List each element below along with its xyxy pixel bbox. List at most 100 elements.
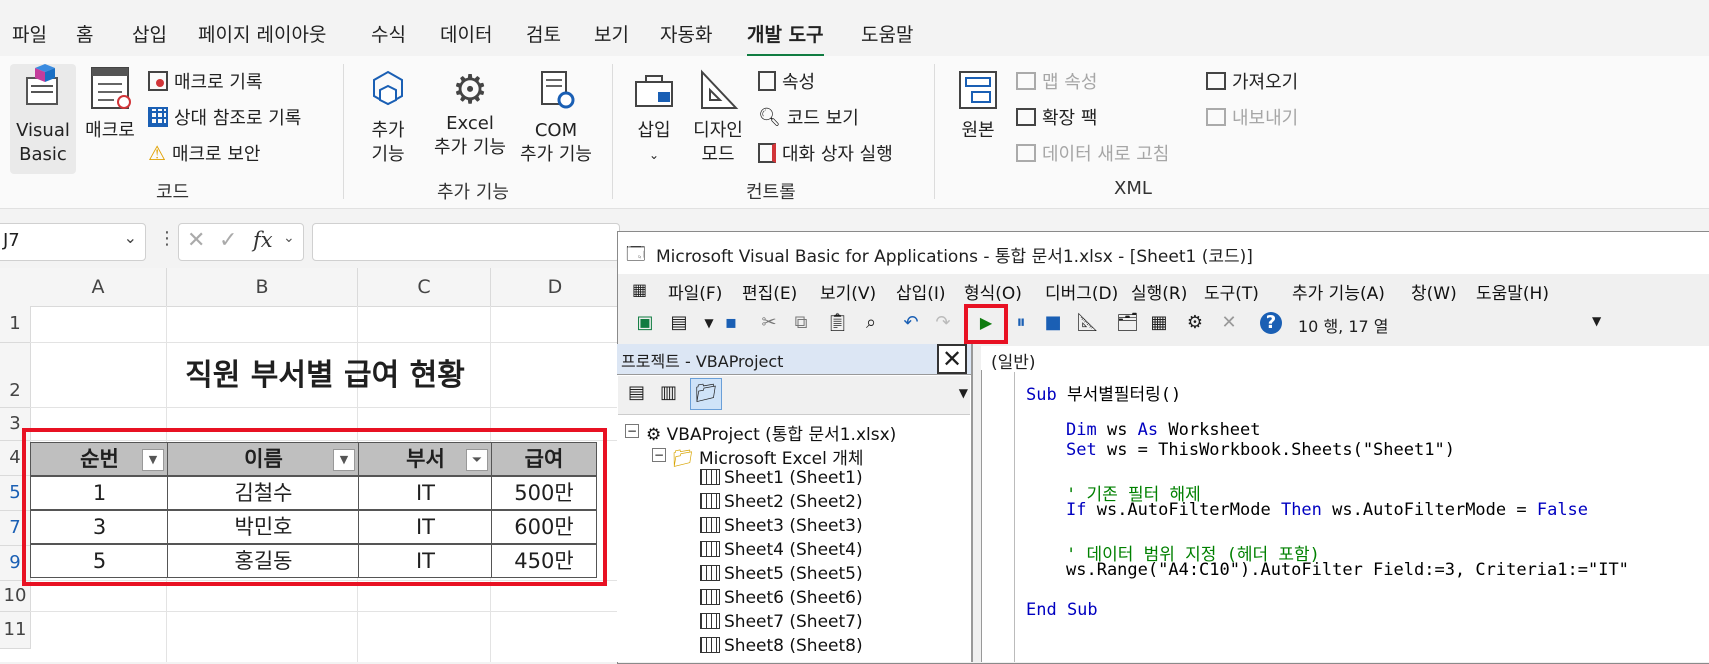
row-header[interactable]: 11 (0, 612, 31, 649)
tab-review[interactable]: 검토 (526, 20, 561, 47)
collapse-icon[interactable]: − (625, 424, 639, 438)
record-macro-button[interactable]: 매크로 기록 (148, 68, 263, 94)
worksheet-icon (700, 541, 720, 557)
excel-addins-button[interactable]: ⚙ Excel 추가 기능 (422, 68, 518, 160)
toolbox-icon[interactable]: ✕ (1218, 312, 1240, 334)
design-mode-button[interactable]: 디자인 모드 (688, 68, 748, 167)
name-box[interactable]: J7 ⌄ (0, 223, 146, 261)
sheet-node[interactable]: Sheet8 (Sheet8) (700, 636, 863, 656)
object-browser-icon[interactable]: ⚙ (1184, 312, 1206, 334)
run-dialog-button[interactable]: 대화 상자 실행 (758, 140, 893, 166)
tab-view[interactable]: 보기 (594, 20, 629, 47)
view-code-icon[interactable]: ▤ (628, 382, 645, 403)
vba-menu-window[interactable]: 창(W) (1411, 279, 1457, 304)
sheet-title[interactable]: 직원 부서별 급여 현황 (30, 350, 620, 394)
view-object-icon[interactable]: ▥ (660, 382, 677, 403)
relative-reference-button[interactable]: 상대 참조로 기록 (148, 104, 301, 130)
xml-source-button[interactable]: 원본 (950, 68, 1006, 143)
tab-automate[interactable]: 자동화 (660, 20, 712, 47)
vba-menu-insert[interactable]: 삽입(I) (896, 279, 946, 304)
tab-page-layout[interactable]: 페이지 레이아웃 (198, 20, 326, 47)
collapse-icon[interactable]: − (652, 448, 666, 462)
sheet-node[interactable]: Sheet3 (Sheet3) (700, 516, 863, 536)
close-icon[interactable]: ✕ (937, 344, 967, 374)
project-explorer-icon[interactable]: 🗂︎ (1116, 312, 1139, 334)
addins-button[interactable]: 추가 기능 (360, 68, 416, 167)
column-header-a[interactable]: A (30, 268, 167, 307)
sheet-node[interactable]: Sheet4 (Sheet4) (700, 540, 863, 560)
excel-view-icon[interactable]: ▣ (634, 312, 656, 334)
sheet-node[interactable]: Sheet6 (Sheet6) (700, 588, 863, 608)
undo-icon[interactable]: ↶ (900, 312, 922, 334)
xml-source-label: 원본 (961, 120, 995, 141)
sheet-node[interactable]: Sheet5 (Sheet5) (700, 564, 863, 584)
find-icon[interactable]: ⌕ (860, 312, 882, 334)
confirm-icon[interactable]: ✓ (219, 228, 237, 253)
vba-menu-addins[interactable]: 추가 기능(A) (1292, 279, 1385, 304)
vba-menu-debug[interactable]: 디버그(D) (1045, 279, 1118, 304)
run-icon[interactable]: ▶ (975, 312, 997, 334)
macro-security-button[interactable]: ⚠ 매크로 보안 (148, 140, 260, 166)
insert-control-button[interactable]: 삽입 ⌄ (628, 68, 680, 167)
redo-icon[interactable]: ↷ (932, 312, 954, 334)
paste-icon[interactable]: 📋︎ (826, 312, 849, 334)
vba-menu-tools[interactable]: 도구(T) (1204, 279, 1259, 304)
tab-help[interactable]: 도움말 (861, 20, 913, 47)
row-header[interactable]: 2 (0, 343, 31, 408)
pause-icon[interactable]: ⏸ (1010, 312, 1032, 334)
properties-window-icon[interactable]: ▦ (1148, 312, 1170, 334)
formula-input[interactable] (312, 223, 620, 261)
chevron-down-icon[interactable]: ▼ (1592, 314, 1601, 328)
map-properties-button[interactable]: 맵 속성 (1016, 68, 1097, 94)
object-dropdown[interactable]: (일반) (981, 346, 1709, 373)
vba-menu-help[interactable]: 도움말(H) (1476, 279, 1549, 304)
column-header-b[interactable]: B (167, 268, 358, 307)
sheet-node[interactable]: Sheet1 (Sheet1) (700, 468, 863, 488)
cursor-position: 10 행, 17 열 (1298, 317, 1389, 336)
excel-objects-node[interactable]: 📁︎ Microsoft Excel 개체 (672, 444, 863, 469)
save-icon[interactable]: ▪ (720, 312, 742, 334)
design-mode-icon[interactable]: 📐︎ (1076, 312, 1099, 334)
expansion-pack-button[interactable]: 확장 팩 (1016, 104, 1097, 130)
insert-function-icon[interactable]: fx (253, 228, 273, 252)
tab-formulas[interactable]: 수식 (371, 20, 406, 47)
vba-menu-view[interactable]: 보기(V) (820, 279, 876, 304)
sheet-node[interactable]: Sheet2 (Sheet2) (700, 492, 863, 512)
tab-insert[interactable]: 삽입 (132, 20, 167, 47)
tab-home[interactable]: 홈 (76, 20, 93, 47)
vbaproject-node[interactable]: ⚙ VBAProject (통합 문서1.xlsx) (646, 420, 896, 445)
toggle-folders-icon[interactable]: 📁︎ (690, 378, 722, 410)
insert-module-icon[interactable]: ▤ (668, 312, 690, 334)
column-header-c[interactable]: C (358, 268, 491, 307)
tab-developer[interactable]: 개발 도구 (747, 20, 824, 57)
macro-button[interactable]: 매크로 (80, 64, 140, 154)
code-text: ws.AutoFilterMode = (1321, 500, 1537, 520)
row-header[interactable]: 1 (0, 306, 31, 343)
visual-basic-button[interactable]: Visual Basic (10, 64, 76, 174)
export-button[interactable]: 내보내기 (1206, 104, 1298, 130)
stop-icon[interactable]: ■ (1042, 312, 1064, 334)
vba-menu-edit[interactable]: 편집(E) (742, 279, 797, 304)
more-options-icon[interactable]: ⋮ (158, 228, 176, 249)
properties-button[interactable]: 속성 (758, 68, 815, 94)
vba-menu-file[interactable]: 파일(F) (668, 279, 722, 304)
cancel-icon[interactable]: ✕ (187, 228, 205, 253)
column-header-d[interactable]: D (491, 268, 620, 307)
chevron-down-icon[interactable]: ▼ (959, 386, 968, 400)
view-code-button[interactable]: 🔍︎ 코드 보기 (758, 104, 859, 130)
code-keyword: Set (1066, 440, 1097, 460)
tab-data[interactable]: 데이터 (440, 20, 492, 47)
sheet-node[interactable]: Sheet7 (Sheet7) (700, 612, 863, 632)
cut-icon[interactable]: ✂ (758, 312, 780, 334)
vba-menu-icon[interactable]: ▦ (632, 280, 647, 299)
vba-menu-run[interactable]: 실행(R) (1131, 279, 1187, 304)
copy-icon[interactable]: ⧉ (790, 312, 812, 334)
import-button[interactable]: 가져오기 (1206, 68, 1298, 94)
com-addins-button[interactable]: COM 추가 기능 (508, 68, 604, 167)
refresh-data-button[interactable]: 데이터 새로 고침 (1016, 140, 1169, 166)
help-icon[interactable]: ? (1260, 312, 1282, 334)
vba-menu-format[interactable]: 형식(O) (964, 279, 1022, 304)
select-all-corner[interactable] (0, 268, 31, 307)
tab-file[interactable]: 파일 (12, 20, 47, 47)
chevron-down-icon[interactable]: ▼ (698, 312, 720, 334)
